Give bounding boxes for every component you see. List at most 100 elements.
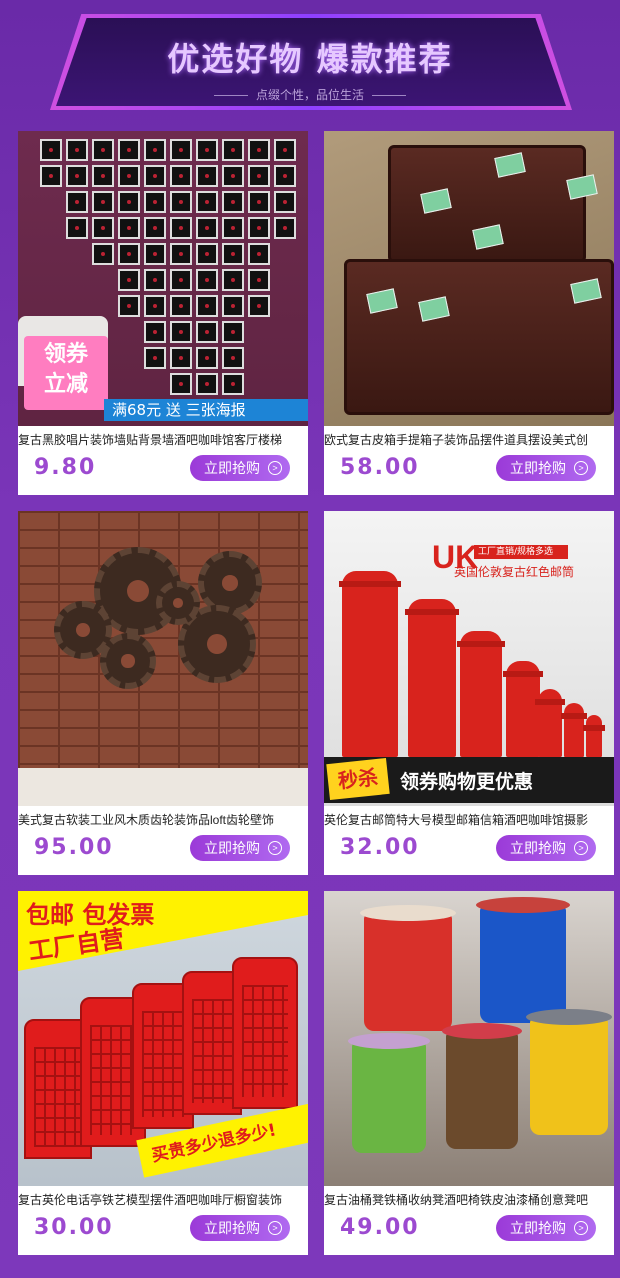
vinyl-record (222, 139, 244, 161)
vinyl-record (196, 295, 218, 317)
postbox-shape (583, 715, 605, 757)
oil-drum-stool-scene (324, 891, 614, 1186)
vinyl-record (196, 269, 218, 291)
uk-subtitle: 英国伦敦复古红色邮筒 (454, 565, 575, 579)
product-name[interactable]: 美式复古软装工业风木质齿轮装饰品loft齿轮壁饰 (18, 811, 308, 829)
buy-now-button[interactable]: 立即抢购 > (496, 1215, 596, 1241)
vinyl-record (144, 191, 166, 213)
product-name[interactable]: 复古英伦电话亭铁艺模型摆件酒吧咖啡厅橱窗装饰 (18, 1191, 308, 1209)
vinyl-record (274, 139, 296, 161)
product-grid: 领券 立减 满68元 送 三张海报 复古黑胶唱片装饰墙贴背景墙酒吧咖啡馆客厅楼梯… (18, 131, 614, 1255)
product-card[interactable]: 复古油桶凳铁桶收纳凳酒吧椅铁皮油漆桶创意凳吧 49.00 立即抢购 > (324, 891, 614, 1255)
vinyl-record (222, 295, 244, 317)
vinyl-record (170, 269, 192, 291)
product-image[interactable] (18, 511, 308, 806)
vinyl-record (222, 373, 244, 395)
vinyl-record (248, 191, 270, 213)
vinyl-record (222, 191, 244, 213)
postbox-shape (535, 689, 565, 757)
vinyl-record (92, 217, 114, 239)
buy-now-button[interactable]: 立即抢购 > (190, 455, 290, 481)
flash-sale-badge: 秒杀 (326, 757, 390, 801)
product-image[interactable]: 领券 立减 满68元 送 三张海报 (18, 131, 308, 426)
buy-now-label: 立即抢购 (510, 1220, 566, 1236)
chevron-right-icon: > (268, 841, 282, 855)
buy-now-button[interactable]: 立即抢购 > (190, 1215, 290, 1241)
vinyl-record (144, 139, 166, 161)
gear-wall-scene (18, 511, 308, 806)
product-image[interactable] (324, 891, 614, 1186)
vinyl-record (118, 139, 140, 161)
postbox-shape (405, 599, 459, 757)
vinyl-record (144, 347, 166, 369)
buy-now-label: 立即抢购 (204, 1220, 260, 1236)
chevron-right-icon: > (574, 461, 588, 475)
vinyl-record (66, 139, 88, 161)
vinyl-record (222, 165, 244, 187)
product-price: 32.00 (340, 835, 420, 860)
postbox-shape (457, 631, 505, 757)
vinyl-record (196, 217, 218, 239)
vinyl-record (92, 165, 114, 187)
vinyl-record (92, 243, 114, 265)
vinyl-record (222, 347, 244, 369)
vinyl-record (118, 217, 140, 239)
product-price: 95.00 (34, 835, 114, 860)
vinyl-record (170, 243, 192, 265)
vinyl-record (222, 321, 244, 343)
vinyl-record (196, 243, 218, 265)
buy-now-button[interactable]: 立即抢购 > (496, 455, 596, 481)
vinyl-record (144, 243, 166, 265)
product-card[interactable]: 美式复古软装工业风木质齿轮装饰品loft齿轮壁饰 95.00 立即抢购 > (18, 511, 308, 875)
page-title: 优选好物 爆款推荐 (167, 40, 453, 78)
product-name[interactable]: 欧式复古皮箱手提箱子装饰品摆件道具摆设美式创 (324, 431, 614, 449)
vinyl-record (66, 165, 88, 187)
page-subtitle: 点缀个性，品位生活 (0, 86, 620, 103)
vinyl-record (248, 165, 270, 187)
product-card[interactable]: 欧式复古皮箱手提箱子装饰品摆件道具摆设美式创 58.00 立即抢购 > (324, 131, 614, 495)
gear-shape (156, 581, 200, 625)
vinyl-record (92, 139, 114, 161)
buy-now-button[interactable]: 立即抢购 > (190, 835, 290, 861)
vinyl-record (118, 269, 140, 291)
vinyl-record (274, 191, 296, 213)
product-card[interactable]: UK 工厂直销/规格多选 英国伦敦复古红色邮筒 秒杀 领券购物更优惠 英伦复古邮… (324, 511, 614, 875)
postbox-shape (339, 571, 401, 757)
vinyl-record (248, 217, 270, 239)
vinyl-record (118, 191, 140, 213)
product-card[interactable]: 包邮 包发票 工厂自营 买贵多少退多少! 复古英伦电话亭铁艺模型摆件酒吧咖啡厅橱… (18, 891, 308, 1255)
product-image[interactable] (324, 131, 614, 426)
vinyl-record (118, 165, 140, 187)
product-image[interactable]: UK 工厂直销/规格多选 英国伦敦复古红色邮筒 秒杀 领券购物更优惠 (324, 511, 614, 806)
vinyl-record (144, 269, 166, 291)
promo-banner-text: 领券购物更优惠 (400, 771, 534, 793)
vinyl-record (274, 217, 296, 239)
stool-blue (476, 897, 570, 1023)
vinyl-record (144, 295, 166, 317)
product-name[interactable]: 英伦复古邮筒特大号模型邮箱信箱酒吧咖啡馆摄影 (324, 811, 614, 829)
uk-tag: 工厂直销/规格多选 (474, 545, 568, 559)
product-image[interactable]: 包邮 包发票 工厂自营 买贵多少退多少! (18, 891, 308, 1186)
product-price: 30.00 (34, 1215, 114, 1240)
product-name[interactable]: 复古油桶凳铁桶收纳凳酒吧椅铁皮油漆桶创意凳吧 (324, 1191, 614, 1209)
buy-now-label: 立即抢购 (204, 460, 260, 476)
shelf-shape (18, 768, 308, 806)
vinyl-record (170, 321, 192, 343)
promo-bar: 满68元 送 三张海报 (104, 399, 308, 421)
vinyl-record (170, 373, 192, 395)
product-name[interactable]: 复古黑胶唱片装饰墙贴背景墙酒吧咖啡馆客厅楼梯 (18, 431, 308, 449)
product-price: 58.00 (340, 455, 420, 480)
vinyl-record (170, 139, 192, 161)
buy-now-button[interactable]: 立即抢购 > (496, 835, 596, 861)
vinyl-record (222, 269, 244, 291)
vinyl-record (170, 347, 192, 369)
chevron-right-icon: > (574, 1221, 588, 1235)
buy-now-label: 立即抢购 (510, 460, 566, 476)
stool-red (360, 905, 456, 1031)
vinyl-record (66, 191, 88, 213)
vinyl-record (144, 321, 166, 343)
vinyl-record (248, 139, 270, 161)
product-card[interactable]: 领券 立减 满68元 送 三张海报 复古黑胶唱片装饰墙贴背景墙酒吧咖啡馆客厅楼梯… (18, 131, 308, 495)
vinyl-record (196, 373, 218, 395)
vinyl-record (248, 295, 270, 317)
